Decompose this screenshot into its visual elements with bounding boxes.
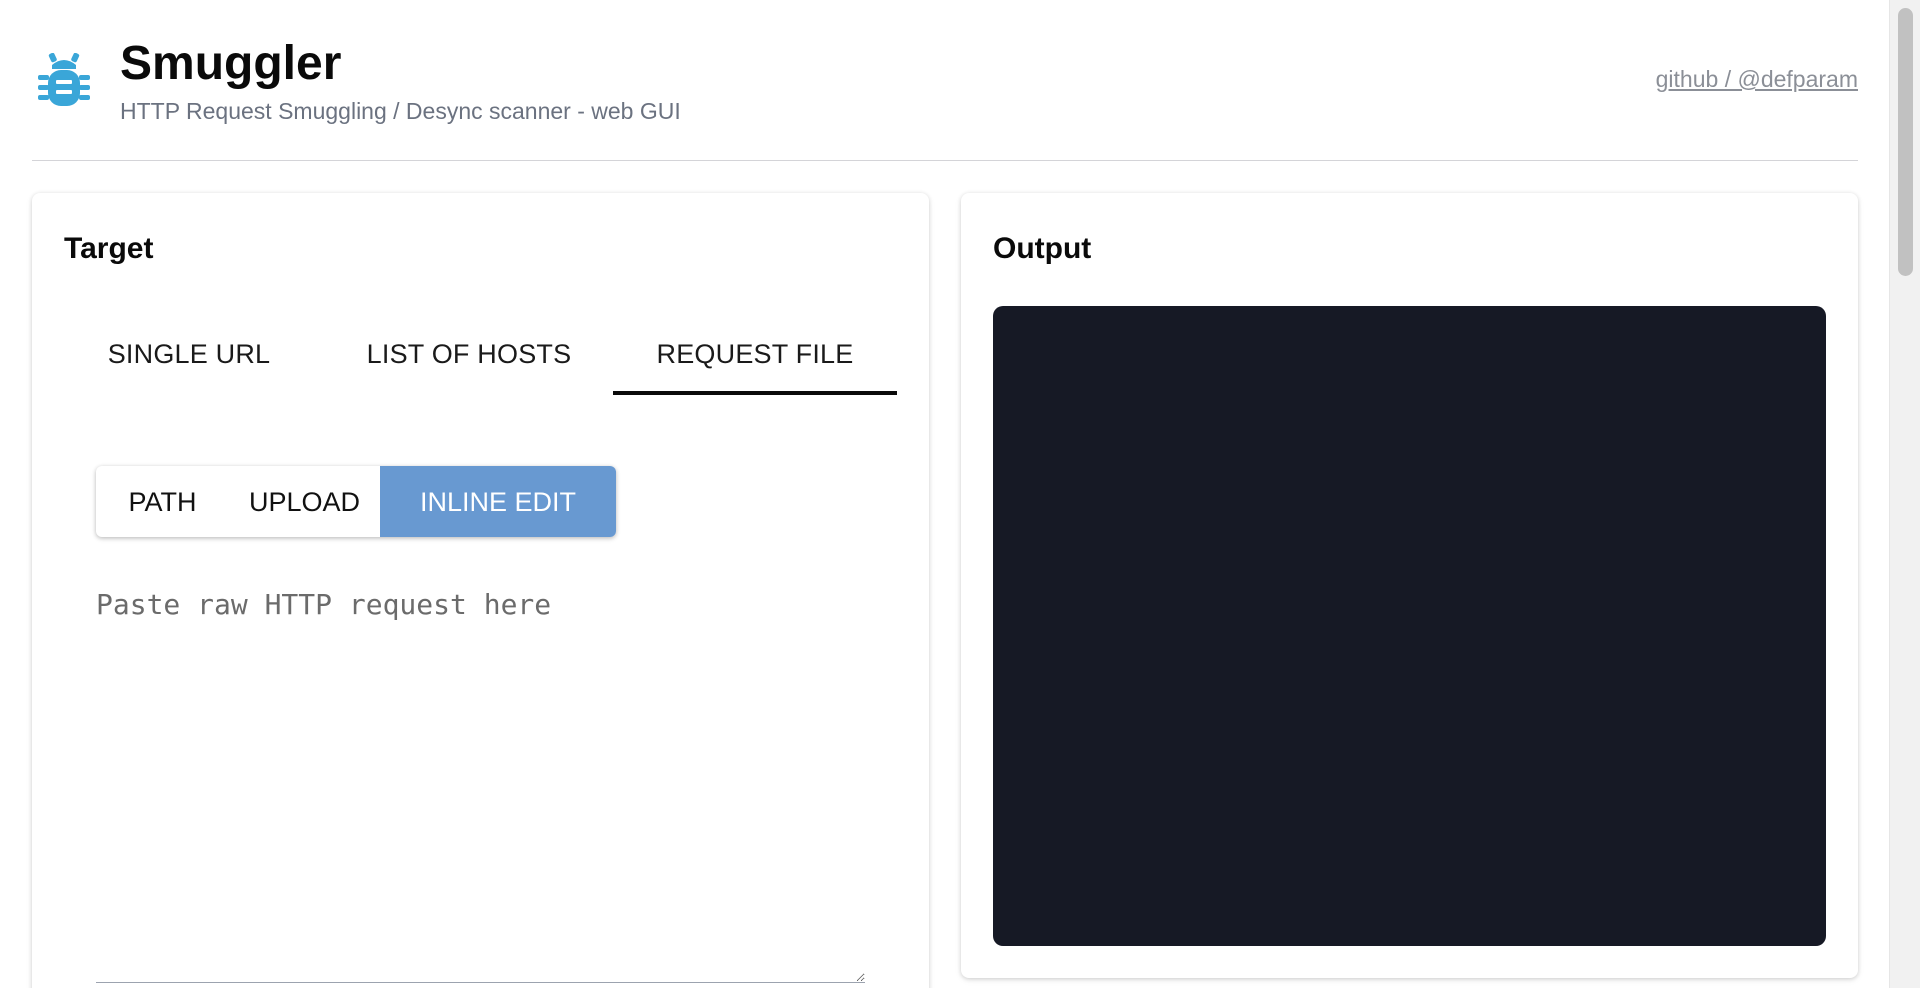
page-scrollbar[interactable] xyxy=(1889,0,1920,988)
app-title: Smuggler xyxy=(120,37,342,90)
github-link[interactable]: github / @defparam xyxy=(1656,65,1858,93)
page: Smuggler HTTP Request Smuggling / Desync… xyxy=(0,0,1920,988)
target-card: Target SINGLE URL LIST OF HOSTS REQUEST … xyxy=(32,193,929,988)
output-card: Output xyxy=(961,193,1858,978)
app-header: Smuggler HTTP Request Smuggling / Desync… xyxy=(32,0,1858,161)
app-subtitle: HTTP Request Smuggling / Desync scanner … xyxy=(120,98,681,124)
output-console[interactable] xyxy=(993,306,1826,946)
inline-edit-button[interactable]: INLINE EDIT xyxy=(380,466,616,537)
output-title: Output xyxy=(993,232,1092,265)
upload-button[interactable]: UPLOAD xyxy=(229,466,380,537)
scrollbar-thumb[interactable] xyxy=(1898,8,1913,276)
target-title: Target xyxy=(64,232,154,265)
path-button[interactable]: PATH xyxy=(96,466,229,537)
request-source-toggle: PATH UPLOAD INLINE EDIT xyxy=(96,466,616,537)
bug-icon xyxy=(38,53,90,106)
target-tabs: SINGLE URL LIST OF HOSTS REQUEST FILE xyxy=(64,313,897,395)
raw-request-textarea[interactable] xyxy=(96,585,865,983)
tab-list-of-hosts[interactable]: LIST OF HOSTS xyxy=(334,313,604,395)
tab-single-url[interactable]: SINGLE URL xyxy=(64,313,314,395)
tab-request-file[interactable]: REQUEST FILE xyxy=(613,313,897,395)
active-tab-indicator xyxy=(613,391,897,395)
